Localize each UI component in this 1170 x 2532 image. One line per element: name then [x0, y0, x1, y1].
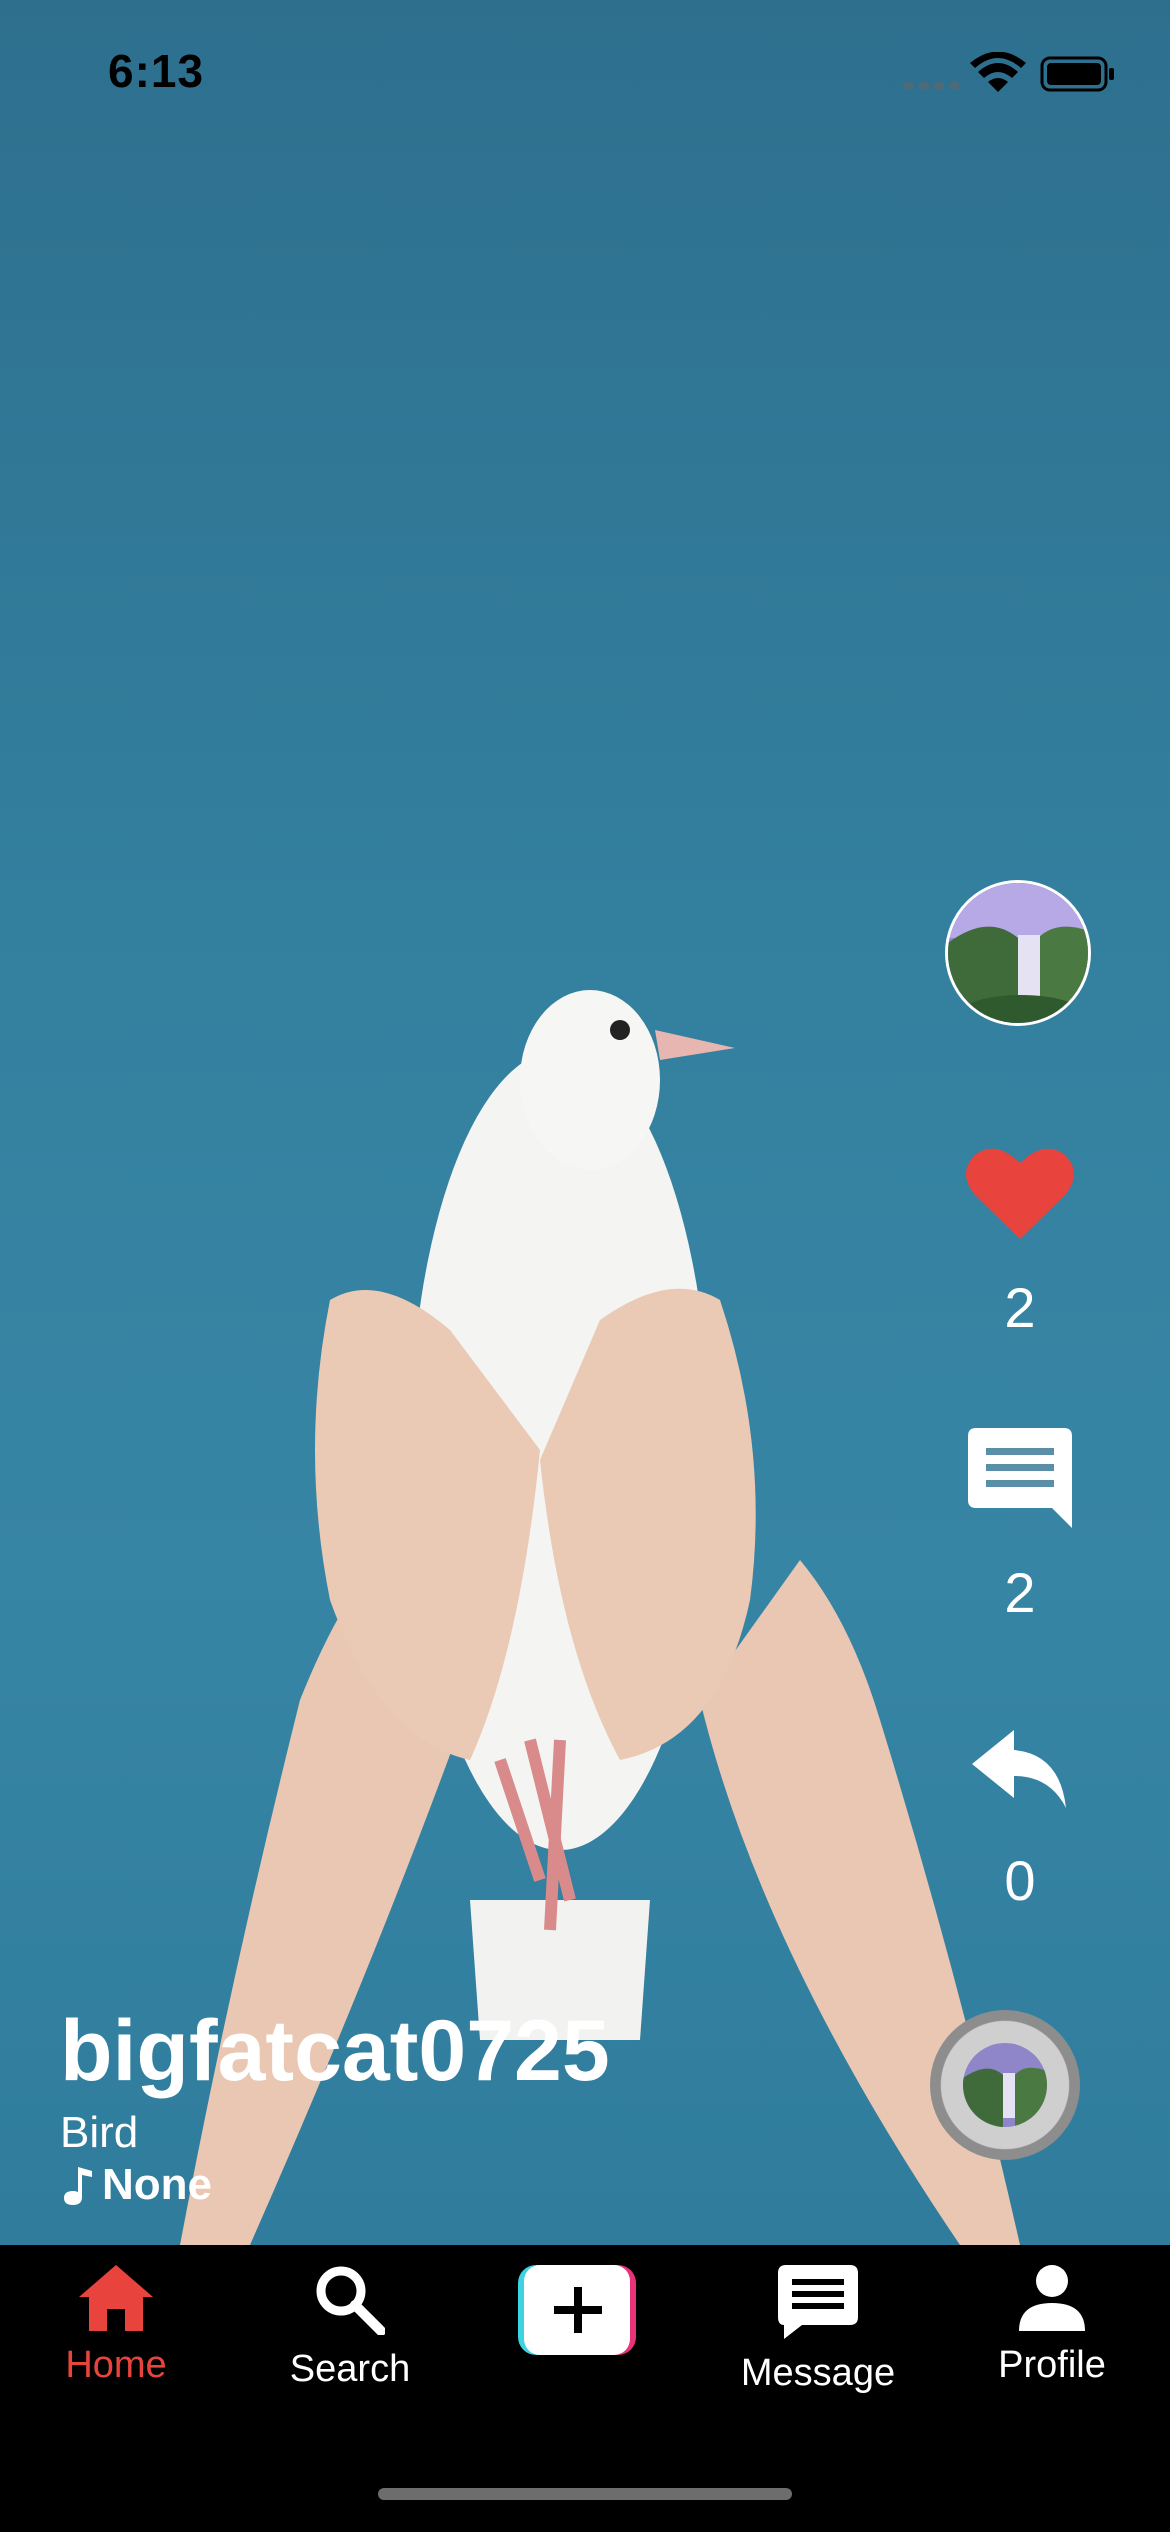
add-icon — [518, 2265, 636, 2355]
profile-icon — [1019, 2265, 1085, 2331]
music-title: None — [102, 2160, 212, 2209]
tab-message-label: Message — [740, 2352, 896, 2394]
battery-icon — [1040, 56, 1114, 92]
music-disc-image — [963, 2043, 1047, 2127]
home-indicator — [378, 2488, 792, 2500]
search-icon — [316, 2266, 386, 2336]
cellular-signal-icon — [904, 82, 959, 90]
message-icon — [778, 2265, 858, 2339]
tab-search-label: Search — [289, 2348, 411, 2390]
music-info[interactable]: None — [64, 2160, 212, 2210]
comment-button[interactable] — [968, 1428, 1072, 1528]
tab-home[interactable]: Home — [16, 2265, 216, 2387]
home-icon — [79, 2265, 153, 2331]
status-bar: 6:13 — [0, 0, 1170, 150]
tab-home-label: Home — [65, 2344, 167, 2386]
tab-profile[interactable]: Profile — [952, 2265, 1152, 2387]
share-count: 0 — [1004, 1849, 1036, 1912]
avatar-waterfall-image — [948, 883, 1088, 1023]
comment-count: 2 — [1004, 1561, 1036, 1624]
post-username[interactable]: bigfatcat0725 — [60, 2002, 610, 2101]
share-icon — [972, 1730, 1066, 1808]
tab-profile-label: Profile — [998, 2344, 1106, 2386]
tab-message[interactable]: Message — [718, 2265, 918, 2395]
like-count: 2 — [1004, 1276, 1036, 1339]
post-caption: Bird — [60, 2108, 139, 2157]
like-button[interactable] — [965, 1145, 1075, 1245]
heart-icon — [966, 1148, 1074, 1239]
wifi-icon — [970, 52, 1026, 92]
music-disc[interactable] — [930, 2010, 1080, 2160]
music-note-icon — [64, 2167, 92, 2205]
comment-icon — [968, 1428, 1072, 1528]
add-post-button[interactable] — [518, 2265, 636, 2355]
creator-avatar[interactable] — [945, 880, 1091, 1026]
tab-search[interactable]: Search — [250, 2265, 450, 2391]
share-button[interactable] — [972, 1730, 1068, 1810]
status-time: 6:13 — [108, 45, 205, 97]
